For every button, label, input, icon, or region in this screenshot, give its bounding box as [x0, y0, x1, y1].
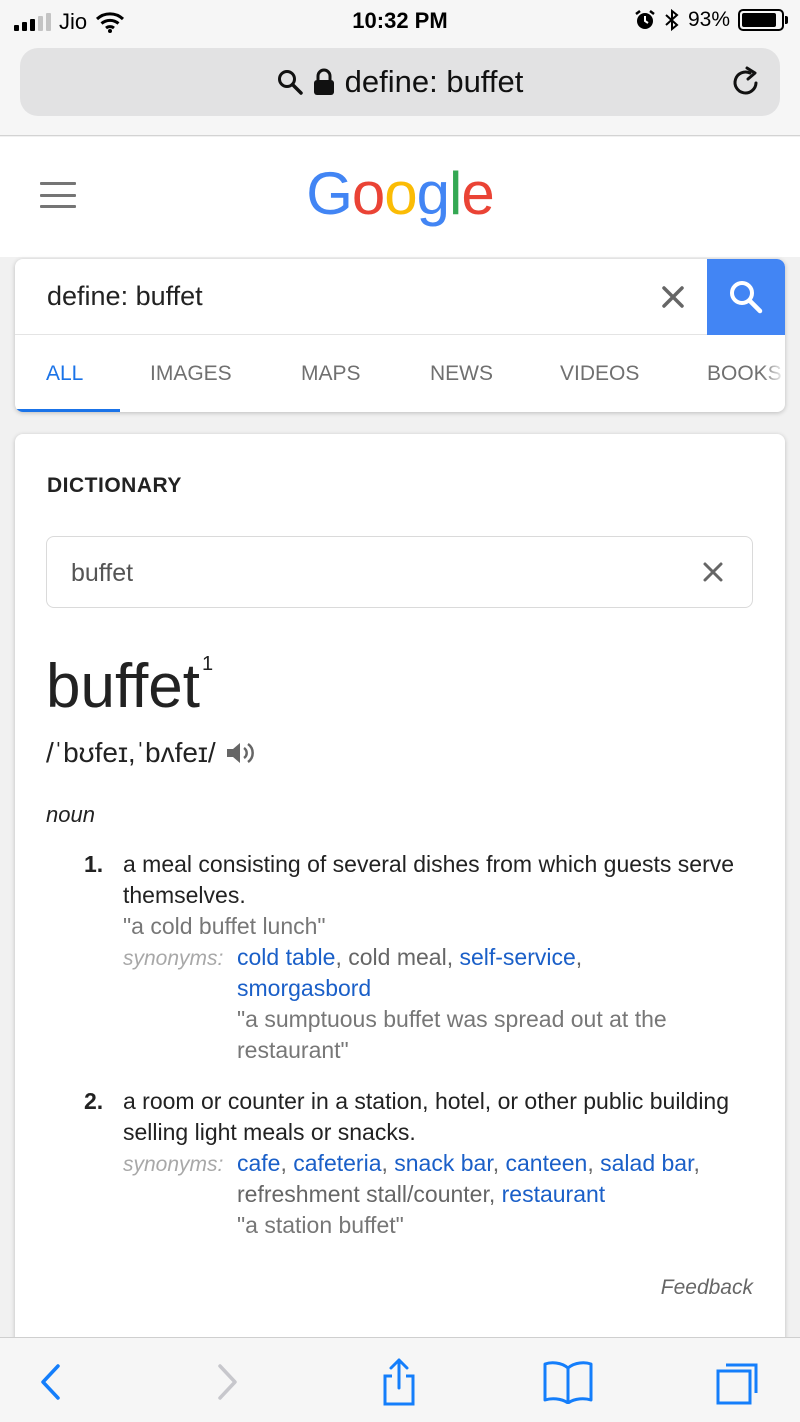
logo-letter: g	[416, 160, 450, 227]
chevron-right-icon	[218, 1364, 237, 1400]
status-right: 93%	[634, 8, 788, 32]
part-of-speech: noun	[46, 802, 95, 827]
share-button[interactable]	[369, 1356, 429, 1408]
dictionary-title: DICTIONARY	[47, 474, 182, 497]
sense-number: 2.	[84, 1088, 104, 1114]
synonym-link[interactable]: canteen	[506, 1150, 588, 1176]
battery-percent: 93%	[687, 8, 730, 31]
search-tabs: ALL IMAGES MAPS NEWS VIDEOS BOOKS	[15, 335, 785, 412]
synonym-link[interactable]: cafeteria	[293, 1150, 381, 1176]
sense-2: 2. a room or counter in a station, hotel…	[46, 1086, 766, 1238]
dictionary-input-value: buffet	[71, 559, 134, 587]
alarm-icon	[635, 10, 655, 29]
synonym-example: "a station buffet"	[237, 1212, 404, 1238]
tabs-icon	[716, 1363, 758, 1405]
search-icon	[730, 281, 763, 314]
clear-icon[interactable]	[655, 279, 691, 315]
sense-number: 1.	[84, 851, 104, 877]
feedback-link[interactable]: Feedback	[661, 1276, 753, 1300]
search-button[interactable]	[707, 259, 785, 335]
tabs-button[interactable]	[707, 1356, 767, 1408]
forward-button[interactable]	[198, 1356, 258, 1408]
active-tab-indicator	[15, 409, 120, 412]
bookmarks-icon	[543, 1361, 593, 1404]
sense-example: "a cold buffet lunch"	[123, 913, 326, 939]
web-page: Google define: buffet ALL IMAGES MAPS NE…	[0, 137, 800, 1354]
battery-icon	[738, 9, 788, 31]
dictionary-card: DICTIONARY buffet buffet 1 /ˈbʊfeɪ,ˈbʌfeɪ…	[15, 434, 785, 1354]
search-box-card: define: buffet ALL IMAGES MAPS NEWS VIDE…	[15, 259, 785, 412]
back-button[interactable]	[20, 1356, 80, 1408]
lock-icon	[313, 68, 334, 95]
tab-books[interactable]: BOOKS	[707, 362, 785, 386]
synonyms-list: cold table, cold meal, self-service, smo…	[237, 944, 667, 1063]
sense-1: 1. a meal consisting of several dishes f…	[46, 849, 766, 1069]
bookmarks-button[interactable]	[538, 1356, 598, 1408]
headword-text: buffet	[46, 652, 201, 721]
synonym-link[interactable]: salad bar	[600, 1150, 693, 1176]
clear-icon[interactable]	[698, 557, 728, 587]
tab-all[interactable]: ALL	[46, 362, 83, 386]
pronunciation-text: /ˈbʊfeɪ,ˈbʌfeɪ/	[46, 737, 216, 768]
speaker-icon[interactable]	[224, 739, 256, 767]
synonym-link[interactable]: smorgasbord	[237, 975, 371, 1001]
synonym-text: refreshment stall/counter	[237, 1181, 489, 1207]
chevron-left-icon	[41, 1364, 60, 1400]
synonyms-label: synonyms:	[123, 1153, 224, 1176]
logo-letter: o	[351, 160, 385, 227]
url-text: define: buffet	[344, 64, 524, 99]
tab-news[interactable]: NEWS	[430, 362, 493, 386]
status-bar: Jio 10:32 PM 93%	[0, 0, 800, 42]
synonym-text: cold meal	[348, 944, 447, 970]
logo-letter: e	[461, 160, 494, 227]
search-query-text: define: buffet	[47, 281, 203, 311]
synonym-link[interactable]: cold table	[237, 944, 335, 970]
search-query-field[interactable]: define: buffet	[15, 259, 785, 335]
headword: buffet 1	[46, 653, 214, 718]
headword-superscript: 1	[202, 653, 214, 675]
browser-address-area: define: buffet	[0, 42, 800, 136]
synonym-link[interactable]: restaurant	[502, 1181, 606, 1207]
tab-maps[interactable]: MAPS	[301, 362, 361, 386]
synonym-link[interactable]: self-service	[459, 944, 575, 970]
tab-videos[interactable]: VIDEOS	[560, 362, 639, 386]
bluetooth-icon	[665, 8, 679, 32]
synonyms-label: synonyms:	[123, 947, 224, 970]
synonym-link[interactable]: cafe	[237, 1150, 280, 1176]
dictionary-search-input[interactable]: buffet	[46, 536, 753, 608]
google-header: Google	[0, 137, 800, 257]
address-bar[interactable]: define: buffet	[20, 48, 780, 116]
sense-definition: a meal consisting of several dishes from…	[123, 851, 735, 908]
synonym-link[interactable]: snack bar	[394, 1150, 492, 1176]
logo-letter: l	[449, 160, 462, 227]
browser-toolbar	[0, 1337, 800, 1422]
synonyms-list: cafe, cafeteria, snack bar, canteen, sal…	[237, 1150, 700, 1238]
tab-images[interactable]: IMAGES	[150, 362, 232, 386]
logo-letter: o	[384, 160, 417, 227]
google-logo[interactable]: Google	[0, 159, 800, 228]
logo-letter: G	[306, 160, 353, 227]
reload-icon[interactable]	[728, 64, 764, 100]
share-icon	[383, 1358, 415, 1406]
synonym-example: "a sumptuous buffet was spread out at th…	[237, 1006, 667, 1063]
search-icon	[277, 70, 303, 95]
sense-definition: a room or counter in a station, hotel, o…	[123, 1088, 730, 1145]
pronunciation: /ˈbʊfeɪ,ˈbʌfeɪ/	[46, 737, 256, 769]
